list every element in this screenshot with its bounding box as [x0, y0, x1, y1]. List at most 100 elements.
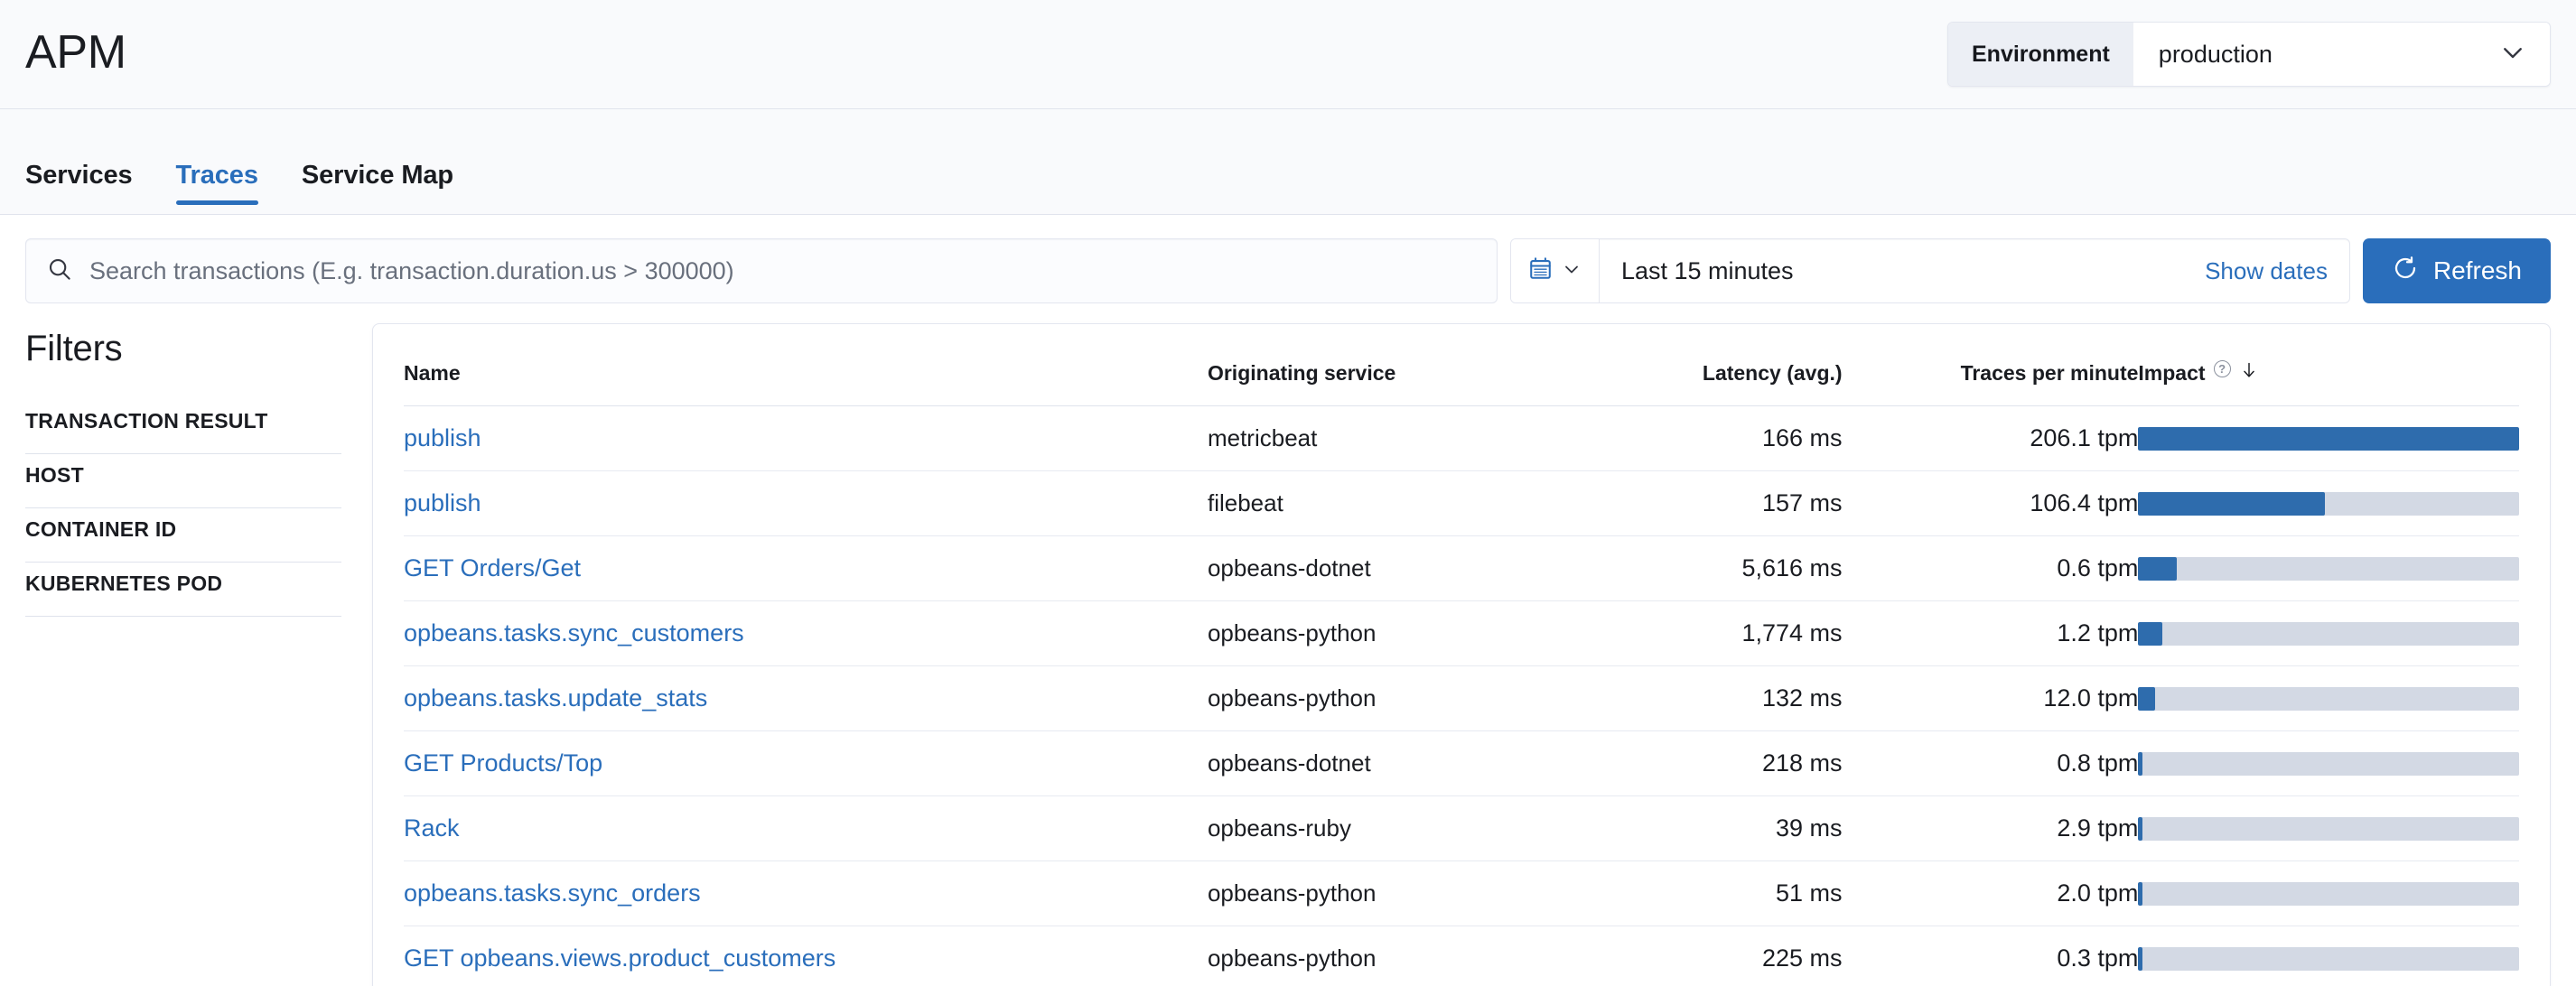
impact-bar-fill	[2138, 752, 2142, 776]
cell-impact	[2138, 666, 2519, 731]
column-header-label: Name	[404, 361, 461, 385]
impact-bar-track	[2138, 557, 2519, 581]
cell-traces-per-minute: 206.1 tpm	[1843, 406, 2139, 471]
date-quick-select-button[interactable]	[1511, 239, 1600, 302]
originating-service-value: opbeans-python	[1208, 619, 1376, 646]
cell-traces-per-minute: 0.8 tpm	[1843, 731, 2139, 796]
trace-name-link[interactable]: GET Orders/Get	[404, 554, 581, 581]
table-row: opbeans.tasks.sync_orders opbeans-python 5…	[404, 861, 2519, 926]
tab-service-map[interactable]: Service Map	[280, 161, 475, 214]
latency-value: 225 ms	[1762, 944, 1843, 972]
cell-name: GET opbeans.views.product_customers	[404, 926, 1208, 986]
trace-name-link[interactable]: GET Products/Top	[404, 749, 602, 777]
table-row: GET opbeans.views.product_customersopbea…	[404, 926, 2519, 986]
question-mark-icon[interactable]: ?	[2214, 360, 2231, 377]
originating-service-value: opbeans-python	[1208, 684, 1376, 712]
filter-kubernetes-pod[interactable]: KUBERNETES POD	[25, 563, 341, 617]
cell-latency: 1,774 ms	[1567, 601, 1842, 666]
impact-bar-track	[2138, 622, 2519, 646]
cell-latency: 225 ms	[1567, 926, 1842, 986]
impact-bar-track	[2138, 817, 2519, 841]
trace-name-link[interactable]: publish	[404, 424, 481, 451]
impact-bar-track	[2138, 687, 2519, 711]
show-dates-link[interactable]: Show dates	[2205, 257, 2328, 285]
arrow-down-icon	[2239, 360, 2259, 386]
impact-bar-fill	[2138, 882, 2142, 906]
originating-service-value: filebeat	[1208, 489, 1283, 516]
date-range-display[interactable]: Last 15 minutes Show dates	[1600, 239, 2349, 302]
column-header-label: Traces per minute	[1961, 361, 2139, 385]
cell-latency: 51 ms	[1567, 861, 1842, 926]
tab-services-label: Services	[25, 161, 133, 190]
cell-traces-per-minute: 0.6 tpm	[1843, 536, 2139, 601]
environment-selector[interactable]: Environment production	[1947, 22, 2551, 87]
traces-per-minute-value: 106.4 tpm	[2030, 489, 2138, 516]
table-row: opbeans.tasks.update_stats opbeans-python…	[404, 666, 2519, 731]
column-header-latency[interactable]: Latency (avg.)	[1567, 324, 1842, 406]
trace-name-link[interactable]: opbeans.tasks.sync_orders	[404, 879, 701, 907]
search-input[interactable]	[89, 239, 1477, 302]
trace-name-link[interactable]: opbeans.tasks.update_stats	[404, 684, 707, 712]
column-header-label: Impact	[2138, 361, 2205, 386]
originating-service-value: metricbeat	[1208, 424, 1317, 451]
cell-traces-per-minute: 2.0 tpm	[1843, 861, 2139, 926]
trace-name-link[interactable]: Rack	[404, 814, 460, 842]
traces-table: Name Originating service Latency (avg.) …	[404, 324, 2519, 986]
latency-value: 132 ms	[1762, 684, 1843, 712]
cell-name: opbeans.tasks.sync_orders	[404, 861, 1208, 926]
cell-impact	[2138, 731, 2519, 796]
filter-label: CONTAINER ID	[25, 517, 176, 541]
chevron-down-icon	[2499, 39, 2526, 70]
latency-value: 39 ms	[1776, 814, 1843, 842]
traces-table-body: publishmetricbeat166 ms206.1 tpmpublishf…	[404, 406, 2519, 986]
refresh-icon	[2392, 255, 2419, 288]
traces-per-minute-value: 0.8 tpm	[2057, 749, 2138, 777]
column-header-name[interactable]: Name	[404, 324, 1208, 406]
trace-name-link[interactable]: GET opbeans.views.product_customers	[404, 944, 835, 972]
impact-bar-track	[2138, 947, 2519, 971]
filters-title: Filters	[25, 323, 341, 400]
column-header-originating-service[interactable]: Originating service	[1208, 324, 1567, 406]
column-header-label: Originating service	[1208, 361, 1395, 385]
trace-name-link[interactable]: publish	[404, 489, 481, 516]
search-box[interactable]	[25, 238, 1498, 303]
cell-name: opbeans.tasks.update_stats	[404, 666, 1208, 731]
table-row: publishfilebeat157 ms106.4 tpm	[404, 471, 2519, 536]
filter-transaction-result[interactable]: TRANSACTION RESULT	[25, 400, 341, 454]
originating-service-value: opbeans-python	[1208, 879, 1376, 907]
cell-traces-per-minute: 2.9 tpm	[1843, 796, 2139, 861]
refresh-button[interactable]: Refresh	[2363, 238, 2551, 303]
environment-value-area[interactable]: production	[2133, 23, 2550, 86]
cell-traces-per-minute: 12.0 tpm	[1843, 666, 2139, 731]
filter-host[interactable]: HOST	[25, 454, 341, 508]
impact-bar-fill	[2138, 492, 2325, 516]
cell-originating-service: filebeat	[1208, 471, 1567, 536]
tab-traces-label: Traces	[176, 161, 258, 190]
column-header-impact[interactable]: Impact ?	[2138, 324, 2519, 406]
latency-value: 218 ms	[1762, 749, 1843, 777]
traces-table-panel: Name Originating service Latency (avg.) …	[372, 323, 2551, 986]
cell-originating-service: metricbeat	[1208, 406, 1567, 471]
impact-bar-fill	[2138, 557, 2176, 581]
tab-services[interactable]: Services	[25, 161, 154, 214]
cell-latency: 5,616 ms	[1567, 536, 1842, 601]
date-range-picker[interactable]: Last 15 minutes Show dates	[1510, 238, 2350, 303]
tab-traces[interactable]: Traces	[154, 161, 280, 214]
impact-bar-track	[2138, 492, 2519, 516]
table-row: Rackopbeans-ruby39 ms2.9 tpm	[404, 796, 2519, 861]
cell-impact	[2138, 796, 2519, 861]
cell-traces-per-minute: 0.3 tpm	[1843, 926, 2139, 986]
cell-name: GET Orders/Get	[404, 536, 1208, 601]
traces-per-minute-value: 206.1 tpm	[2030, 424, 2138, 451]
filter-container-id[interactable]: CONTAINER ID	[25, 508, 341, 563]
column-header-traces-per-minute[interactable]: Traces per minute	[1843, 324, 2139, 406]
chevron-down-icon	[1561, 258, 1582, 284]
cell-impact	[2138, 471, 2519, 536]
date-range-text: Last 15 minutes	[1621, 257, 1794, 285]
table-row: GET Orders/Getopbeans-dotnet5,616 ms0.6 …	[404, 536, 2519, 601]
cell-name: Rack	[404, 796, 1208, 861]
impact-bar-fill	[2138, 687, 2155, 711]
trace-name-link[interactable]: opbeans.tasks.sync_customers	[404, 619, 744, 646]
main-tabs: Services Traces Service Map	[0, 109, 2576, 215]
cell-originating-service: opbeans-python	[1208, 666, 1567, 731]
